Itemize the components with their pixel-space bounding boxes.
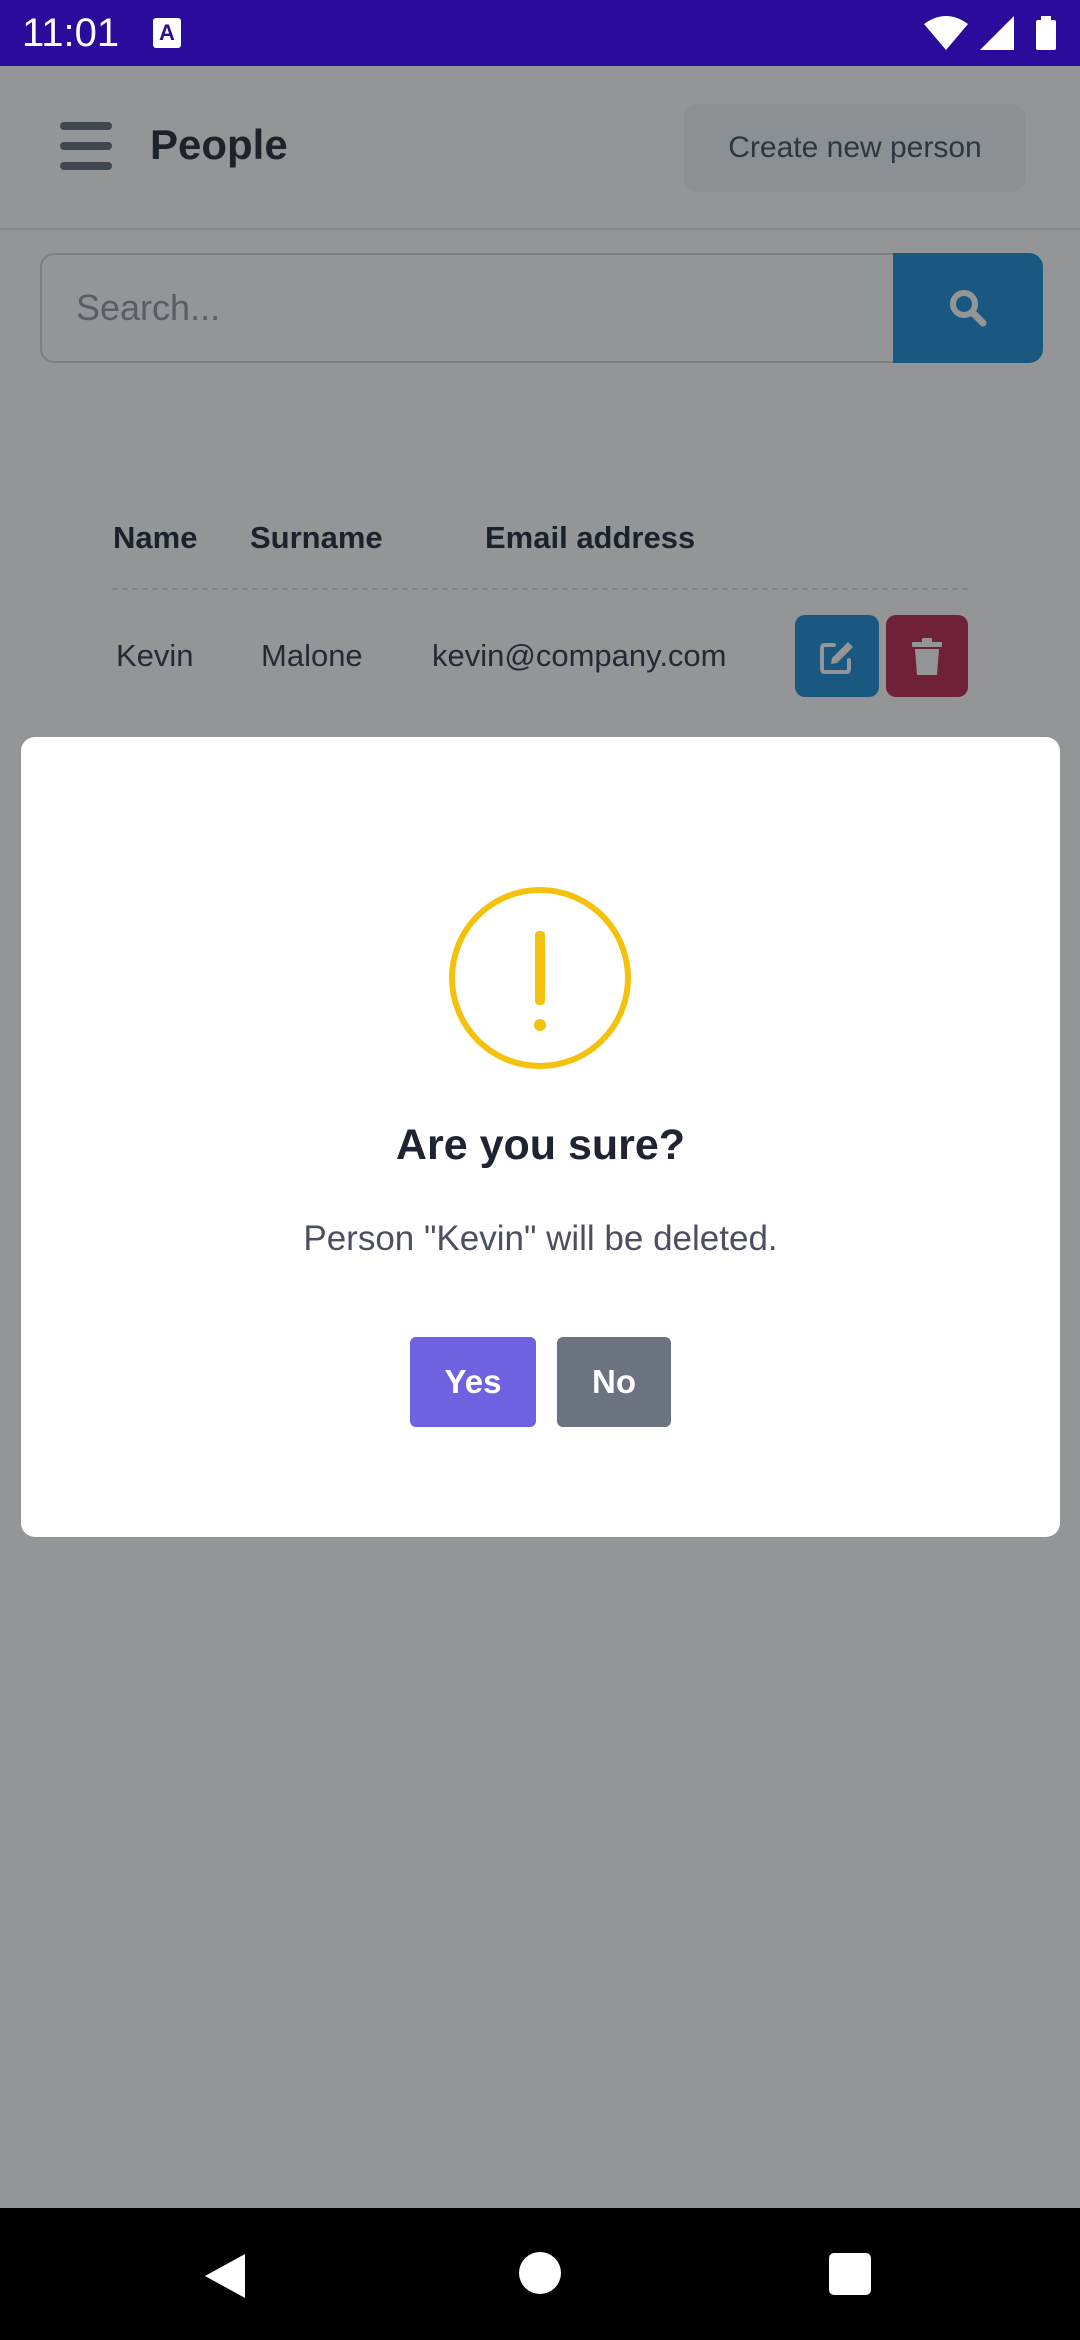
warning-icon <box>449 887 631 1069</box>
dialog-title: Are you sure? <box>395 1121 686 1169</box>
confirm-yes-button[interactable]: Yes <box>410 1337 536 1427</box>
notification-icon: A <box>153 18 181 48</box>
wifi-icon <box>924 16 968 50</box>
dialog-message: Person "Kevin" will be deleted. <box>303 1219 778 1258</box>
status-time: 11:01 <box>22 11 120 55</box>
status-bar: 11:01 A <box>0 0 1080 66</box>
recents-icon[interactable] <box>829 2253 871 2295</box>
screen: 11:01 A People Create new person <box>0 0 1080 2340</box>
signal-icon <box>980 16 1014 50</box>
back-icon[interactable] <box>203 2252 247 2300</box>
battery-icon <box>1036 16 1056 50</box>
confirm-dialog: Are you sure? Person "Kevin" will be del… <box>21 737 1060 1537</box>
status-icons <box>922 14 1062 54</box>
home-icon[interactable] <box>519 2252 561 2294</box>
cancel-no-button[interactable]: No <box>557 1337 671 1427</box>
navigation-bar <box>0 2208 1080 2340</box>
